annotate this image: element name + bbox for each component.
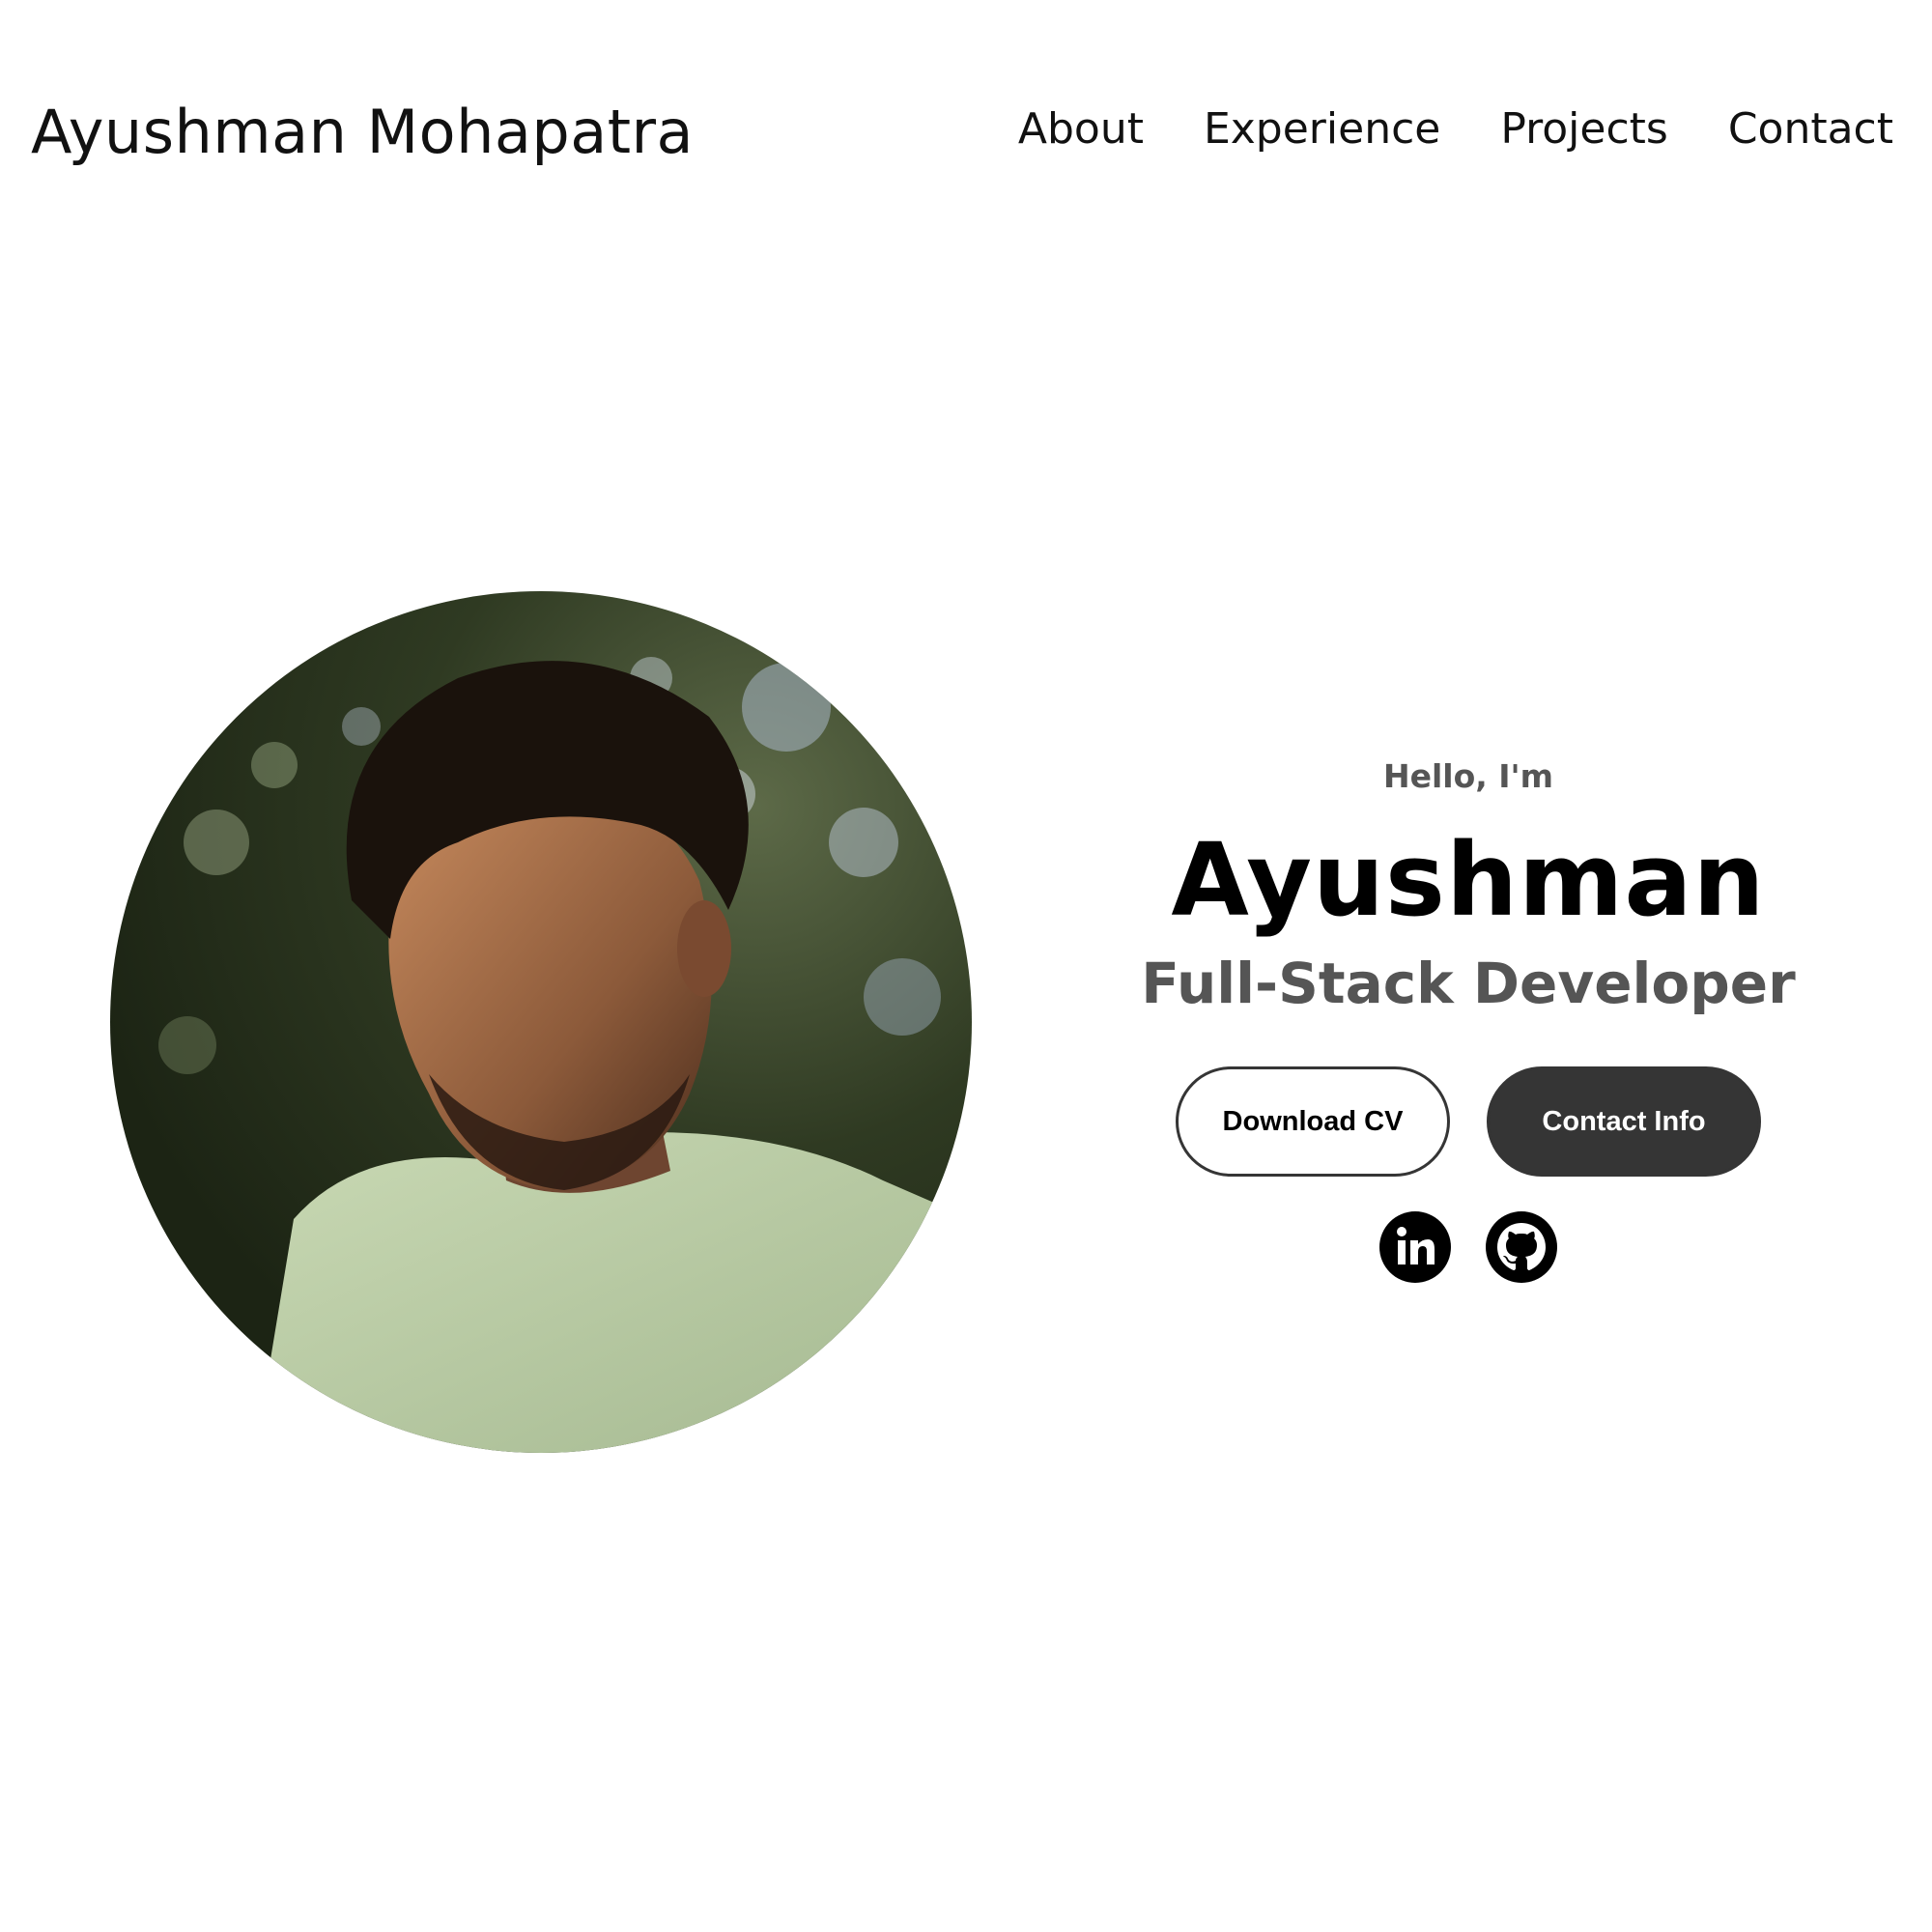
nav-link-experience[interactable]: Experience: [1204, 104, 1440, 154]
hero-greeting: Hello, I'm: [1382, 757, 1554, 795]
social-links: [1063, 1211, 1874, 1283]
profile-photo: [110, 591, 972, 1453]
contact-info-button[interactable]: Contact Info: [1487, 1066, 1761, 1177]
nav-link-projects[interactable]: Projects: [1500, 104, 1667, 154]
hero-intro: Hello, I'm Ayushman Full-Stack Developer…: [1063, 753, 1874, 1283]
nav-link-about[interactable]: About: [1018, 104, 1144, 154]
linkedin-icon[interactable]: [1379, 1211, 1451, 1283]
hero-role: Full-Stack Developer: [1141, 951, 1796, 1016]
hero-name: Ayushman: [1171, 821, 1766, 939]
top-navbar: Ayushman Mohapatra About Experience Proj…: [0, 0, 1932, 261]
page: Ayushman Mohapatra About Experience Proj…: [0, 0, 1932, 1932]
site-brand[interactable]: Ayushman Mohapatra: [31, 97, 694, 167]
nav-links: About Experience Projects Contact: [1018, 104, 1893, 154]
nav-link-contact[interactable]: Contact: [1728, 104, 1893, 154]
hero-buttons: Download CV Contact Info: [1063, 1066, 1874, 1177]
download-cv-button[interactable]: Download CV: [1176, 1066, 1450, 1177]
github-icon[interactable]: [1486, 1211, 1557, 1283]
